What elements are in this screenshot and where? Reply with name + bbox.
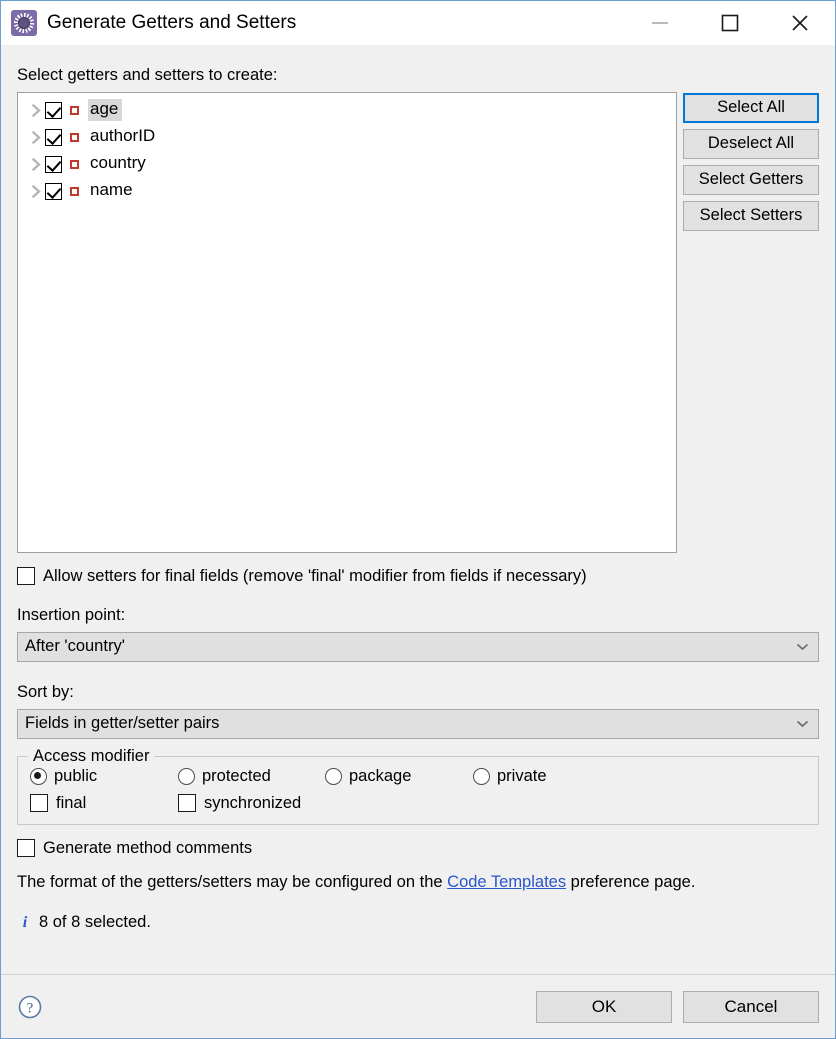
sort-by-label: Sort by:: [17, 682, 74, 701]
radio-protected[interactable]: protected: [178, 767, 325, 786]
tree-row[interactable]: age: [18, 97, 676, 124]
svg-text:?: ?: [27, 1000, 34, 1016]
format-hint: The format of the getters/setters may be…: [17, 873, 819, 893]
dialog-window: Generate Getters and Setters Select gett…: [0, 0, 836, 1039]
dialog-title: Generate Getters and Setters: [47, 12, 297, 33]
field-name: name: [90, 180, 133, 200]
field-checkbox[interactable]: [45, 155, 62, 173]
chevron-down-icon: [796, 640, 809, 653]
list-and-buttons-row: age authorID country name Select All Des…: [17, 91, 819, 553]
radio-protected-label: protected: [202, 766, 271, 785]
cancel-button[interactable]: Cancel: [683, 990, 819, 1023]
expand-chevron-icon[interactable]: [27, 103, 45, 117]
radio-private-indicator[interactable]: [473, 767, 490, 785]
checkbox-synchronized[interactable]: synchronized: [178, 794, 301, 813]
field-name: authorID: [90, 126, 156, 146]
radio-public[interactable]: public: [30, 767, 178, 786]
expand-chevron-icon[interactable]: [27, 130, 45, 144]
radio-package[interactable]: package: [325, 767, 473, 786]
checkbox-final-indicator[interactable]: [30, 794, 48, 813]
side-button-group: Select All Deselect All Select Getters S…: [683, 92, 819, 231]
expand-chevron-icon[interactable]: [27, 157, 45, 171]
field-name: age: [88, 99, 123, 122]
format-hint-before: The format of the getters/setters may be…: [17, 872, 448, 891]
allow-final-setters-checkbox[interactable]: [17, 566, 35, 585]
minimize-button[interactable]: [625, 1, 695, 45]
close-button[interactable]: [765, 1, 835, 45]
deselect-all-button[interactable]: Deselect All: [683, 128, 819, 159]
access-modifier-radios: public protected package private: [30, 767, 806, 786]
field-checkbox[interactable]: [45, 182, 62, 200]
private-field-icon: [70, 186, 79, 196]
select-all-button[interactable]: Select All: [683, 92, 819, 123]
radio-protected-indicator[interactable]: [178, 767, 195, 785]
status-text: 8 of 8 selected.: [39, 913, 151, 932]
private-field-icon: [70, 105, 79, 115]
field-tree[interactable]: age authorID country name: [17, 91, 677, 553]
insertion-point-select[interactable]: After 'country': [17, 631, 819, 662]
generate-comments-label: Generate method comments: [43, 838, 253, 857]
expand-chevron-icon[interactable]: [27, 184, 45, 198]
sort-by-select[interactable]: Fields in getter/setter pairs: [17, 708, 819, 739]
radio-public-label: public: [54, 766, 98, 785]
chevron-down-icon: [796, 717, 809, 730]
status-row: i 8 of 8 selected.: [17, 913, 819, 932]
tree-row[interactable]: authorID: [18, 124, 676, 151]
code-templates-link[interactable]: Code Templates: [447, 873, 566, 891]
sort-by-value: Fields in getter/setter pairs: [25, 714, 220, 733]
checkbox-synchronized-label: synchronized: [204, 793, 302, 812]
private-field-icon: [70, 159, 79, 169]
tree-row[interactable]: name: [18, 178, 676, 205]
field-name: country: [90, 153, 146, 173]
list-section-label: Select getters and setters to create:: [17, 66, 278, 84]
title-bar: Generate Getters and Setters: [1, 1, 835, 45]
gear-icon: [11, 10, 37, 36]
checkbox-final-label: final: [56, 793, 87, 812]
generate-comments-checkbox-row[interactable]: Generate method comments: [17, 839, 819, 857]
access-modifier-group: Access modifier public protected package…: [17, 746, 819, 825]
private-field-icon: [70, 132, 79, 142]
help-icon[interactable]: ?: [17, 994, 43, 1020]
access-modifier-checkboxes: final synchronized: [30, 794, 806, 813]
radio-package-label: package: [349, 766, 412, 785]
info-icon: i: [22, 913, 28, 931]
window-controls: [625, 1, 835, 45]
field-checkbox[interactable]: [45, 128, 62, 146]
ok-button[interactable]: OK: [536, 990, 672, 1023]
allow-final-setters-label: Allow setters for final fields (remove '…: [43, 566, 587, 585]
allow-final-setters-checkbox-row[interactable]: Allow setters for final fields (remove '…: [17, 567, 819, 585]
tree-row[interactable]: country: [18, 151, 676, 178]
checkbox-synchronized-indicator[interactable]: [178, 794, 196, 813]
select-getters-button[interactable]: Select Getters: [683, 164, 819, 195]
maximize-button[interactable]: [695, 1, 765, 45]
generate-comments-checkbox[interactable]: [17, 838, 35, 857]
radio-public-indicator[interactable]: [30, 767, 47, 785]
select-setters-button[interactable]: Select Setters: [683, 200, 819, 231]
checkbox-final[interactable]: final: [30, 794, 178, 813]
dialog-footer: ? OK Cancel: [1, 974, 835, 1038]
radio-private-label: private: [497, 766, 547, 785]
access-modifier-title: Access modifier: [28, 746, 155, 766]
radio-private[interactable]: private: [473, 767, 547, 786]
dialog-body: Select getters and setters to create: ag…: [1, 66, 835, 932]
format-hint-after: preference page.: [566, 872, 696, 891]
insertion-point-value: After 'country': [25, 637, 125, 656]
radio-package-indicator[interactable]: [325, 767, 342, 785]
field-checkbox[interactable]: [45, 101, 62, 119]
insertion-point-label: Insertion point:: [17, 605, 126, 624]
